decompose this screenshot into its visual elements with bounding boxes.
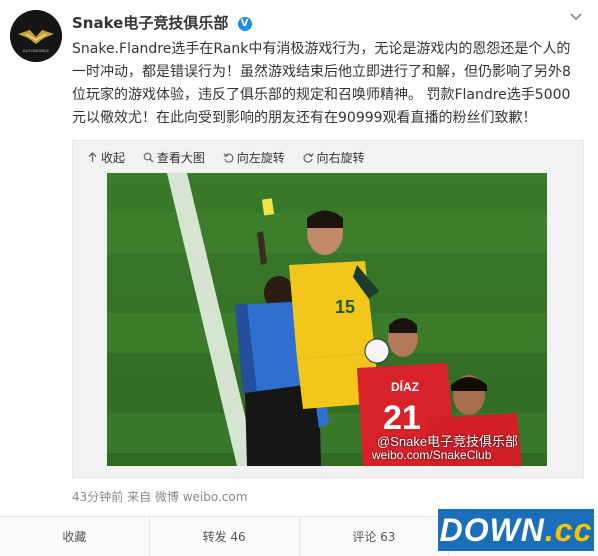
svg-text:AUTOMOBILE: AUTOMOBILE [23, 48, 49, 53]
svg-text:DÍAZ: DÍAZ [391, 379, 419, 394]
rotate-right-icon [303, 153, 314, 163]
post-meta[interactable]: 43分钟前 来自 微博 weibo.com [72, 488, 247, 505]
rotate-left-icon [223, 153, 234, 163]
account-name-link[interactable]: Snake电子竞技俱乐部 V [72, 12, 252, 33]
club-logo-icon: AUTOMOBILE [10, 10, 62, 62]
collapse-label: 收起 [101, 151, 126, 165]
favorite-button[interactable]: 收藏 [0, 517, 150, 556]
site-logo-suffix: .cc [544, 511, 593, 548]
comment-button[interactable]: 评论 63 [300, 517, 450, 556]
rotate-right-label: 向右旋转 [316, 151, 365, 165]
account-name[interactable]: Snake电子竞技俱乐部 [72, 14, 228, 32]
media-toolbar: 收起 查看大图 向左旋转 向右旋转 [87, 149, 379, 166]
arrow-up-icon [88, 152, 97, 162]
verified-badge-icon: V [237, 17, 252, 31]
rotate-left-label: 向左旋转 [236, 151, 285, 165]
rotate-left-button[interactable]: 向左旋转 [223, 149, 285, 166]
site-watermark-logo: DOWN .cc [438, 509, 594, 551]
repost-button[interactable]: 转发 46 [150, 517, 300, 556]
account-avatar[interactable]: AUTOMOBILE [10, 10, 62, 62]
chevron-down-icon[interactable] [568, 8, 584, 24]
collapse-button[interactable]: 收起 [87, 149, 125, 166]
football-referee-photo: 15 DÍAZ 21 [107, 173, 547, 466]
magnifier-icon [143, 152, 154, 163]
view-large-button[interactable]: 查看大图 [143, 149, 205, 166]
post-photo[interactable]: 15 DÍAZ 21 @Snake电子竞技俱乐部 weibo.com/Snake… [107, 173, 547, 466]
svg-text:15: 15 [335, 297, 355, 317]
repost-label: 转发 46 [202, 530, 246, 544]
site-logo-main: DOWN [439, 511, 545, 548]
comment-label: 评论 63 [352, 530, 396, 544]
view-large-label: 查看大图 [156, 151, 205, 165]
favorite-label: 收藏 [62, 530, 87, 544]
weibo-post-card: AUTOMOBILE Snake电子竞技俱乐部 V Snake.Flandre选… [0, 0, 598, 556]
rotate-right-button[interactable]: 向右旋转 [303, 149, 365, 166]
watermark-url: weibo.com/SnakeClub [372, 448, 492, 462]
post-text: Snake.Flandre选手在Rank中有消极游戏行为，无论是游戏内的恩怨还是… [72, 41, 571, 126]
